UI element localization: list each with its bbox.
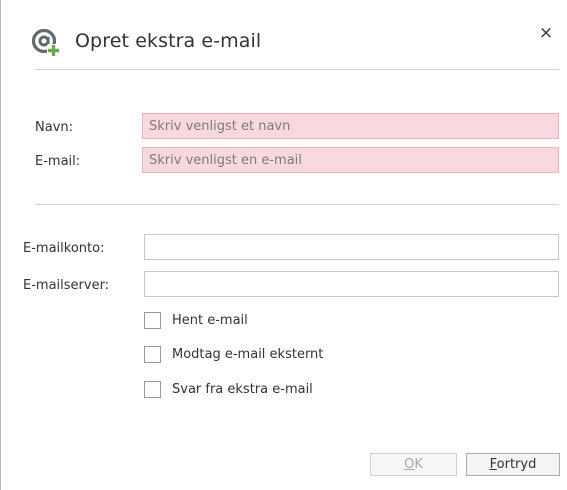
email-label: E-mail:: [35, 154, 81, 169]
section-divider: [35, 204, 559, 205]
dialog-title: Opret ekstra e-mail: [75, 30, 262, 52]
fetch-email-checkbox[interactable]: [144, 311, 161, 329]
reply-from-extra-label[interactable]: Svar fra ekstra e-mail: [172, 382, 313, 397]
name-field[interactable]: [142, 113, 559, 139]
title-divider: [35, 69, 559, 70]
receive-external-label[interactable]: Modtag e-mail eksternt: [172, 347, 323, 362]
fetch-email-option[interactable]: Hent e-mail: [144, 309, 248, 331]
email-account-label: E-mailkonto:: [23, 241, 105, 256]
cancel-accelerator: F: [489, 457, 497, 472]
close-icon[interactable]: ×: [535, 22, 557, 44]
ok-label-rest: K: [414, 457, 423, 472]
email-account-field[interactable]: [144, 234, 559, 260]
email-server-label: E-mailserver:: [23, 278, 110, 293]
email-field[interactable]: [142, 147, 559, 173]
cancel-label-rest: ortryd: [496, 457, 537, 472]
ok-accelerator: O: [404, 457, 415, 472]
name-label: Navn:: [35, 120, 74, 135]
ok-button[interactable]: OK: [370, 453, 457, 476]
cancel-button[interactable]: Fortryd: [466, 453, 560, 476]
reply-from-extra-checkbox[interactable]: [144, 380, 161, 398]
create-extra-email-dialog: Opret ekstra e-mail × Navn: E-mail: E-ma…: [0, 0, 567, 490]
receive-external-checkbox[interactable]: [144, 345, 161, 363]
fetch-email-label[interactable]: Hent e-mail: [172, 313, 248, 328]
at-plus-icon: [31, 28, 60, 57]
reply-from-extra-option[interactable]: Svar fra ekstra e-mail: [144, 378, 313, 400]
receive-external-option[interactable]: Modtag e-mail eksternt: [144, 343, 323, 365]
email-server-field[interactable]: [144, 271, 559, 297]
